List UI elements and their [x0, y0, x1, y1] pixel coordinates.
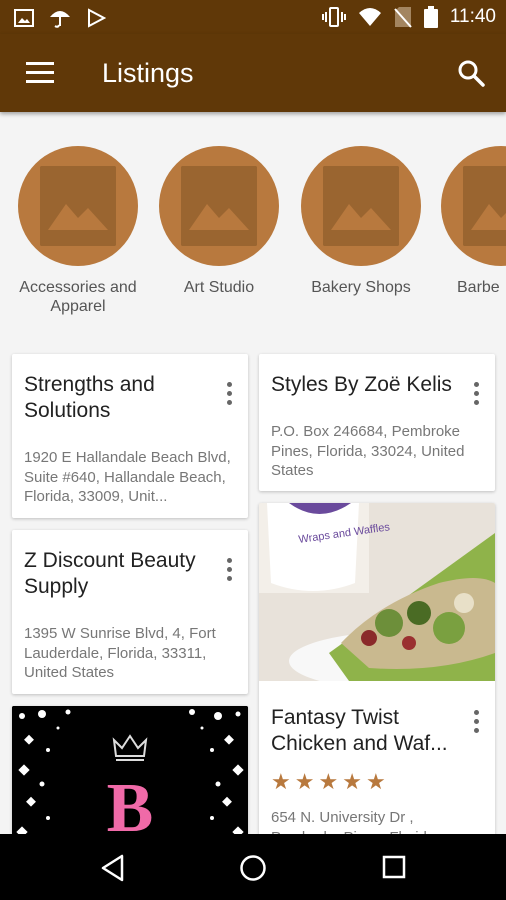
- home-icon[interactable]: [239, 854, 267, 882]
- category-item[interactable]: Bakery Shops: [299, 146, 423, 297]
- recents-icon[interactable]: [382, 855, 406, 879]
- vibrate-icon: [321, 7, 346, 27]
- listing-logo-image: B: [12, 706, 248, 846]
- listing-address: 1395 W Sunrise Blvd, 4, Fort Lauderdale,…: [24, 625, 216, 681]
- battery-icon: [423, 6, 438, 28]
- listing-card[interactable]: Strengths and Solutions 1920 E Hallandal…: [12, 354, 248, 518]
- category-image: [301, 146, 421, 266]
- app-bar: Listings: [0, 34, 506, 112]
- more-options-icon[interactable]: [474, 710, 480, 738]
- category-label: Art Studio: [183, 279, 255, 296]
- star-icon: ★: [342, 769, 362, 794]
- menu-icon[interactable]: [26, 62, 54, 84]
- category-item[interactable]: Art Studio: [157, 146, 281, 297]
- play-store-icon: [88, 8, 106, 28]
- status-time: 11:40: [449, 6, 496, 27]
- listing-photo: Wraps and Waffles: [259, 503, 495, 681]
- listing-title: Fantasy Twist Chicken and Waf...: [271, 706, 448, 755]
- listing-title: Styles By Zoë Kelis: [271, 373, 452, 396]
- no-sim-icon: [394, 7, 412, 28]
- listing-card[interactable]: Wraps and Waffles Fantasy Twist Chicken …: [259, 503, 495, 843]
- more-options-icon[interactable]: [474, 382, 480, 410]
- category-label: Bakery Shops: [311, 279, 411, 296]
- category-item[interactable]: Accessories and Apparel: [16, 146, 140, 316]
- back-icon[interactable]: [100, 854, 126, 882]
- star-icon: ★: [294, 769, 315, 794]
- star-icon: ★: [271, 769, 291, 794]
- more-options-icon[interactable]: [227, 382, 233, 410]
- category-image: [159, 146, 279, 266]
- rating-stars: ★ ★ ★ ★ ★: [271, 771, 386, 793]
- wifi-icon: [358, 8, 381, 26]
- status-bar: 11:40: [0, 0, 506, 34]
- category-label: Accessories and Apparel: [19, 279, 137, 315]
- category-image: [441, 146, 506, 266]
- listing-title: Strengths and Solutions: [24, 373, 155, 422]
- listing-title: Z Discount Beauty Supply: [24, 549, 196, 598]
- search-icon[interactable]: [456, 58, 486, 88]
- category-carousel[interactable]: Accessories and Apparel Art Studio Baker…: [0, 112, 506, 334]
- listing-address: P.O. Box 246684, Pembroke Pines, Florida…: [271, 423, 465, 479]
- umbrella-icon: [50, 11, 70, 28]
- category-image: [18, 146, 138, 266]
- listing-card[interactable]: B: [12, 706, 248, 846]
- image-icon: [14, 9, 34, 27]
- star-icon: ★: [318, 769, 339, 794]
- navigation-bar: [0, 834, 506, 900]
- category-item[interactable]: Barbe: [441, 146, 506, 297]
- listing-card[interactable]: Z Discount Beauty Supply 1395 W Sunrise …: [12, 530, 248, 694]
- category-label: Barbe: [457, 279, 500, 296]
- listing-card[interactable]: Styles By Zoë Kelis P.O. Box 246684, Pem…: [259, 354, 495, 491]
- page-title: Listings: [102, 58, 194, 88]
- more-options-icon[interactable]: [227, 558, 233, 586]
- star-icon: ★: [365, 769, 386, 794]
- listing-address: 1920 E Hallandale Beach Blvd, Suite #640…: [24, 449, 231, 505]
